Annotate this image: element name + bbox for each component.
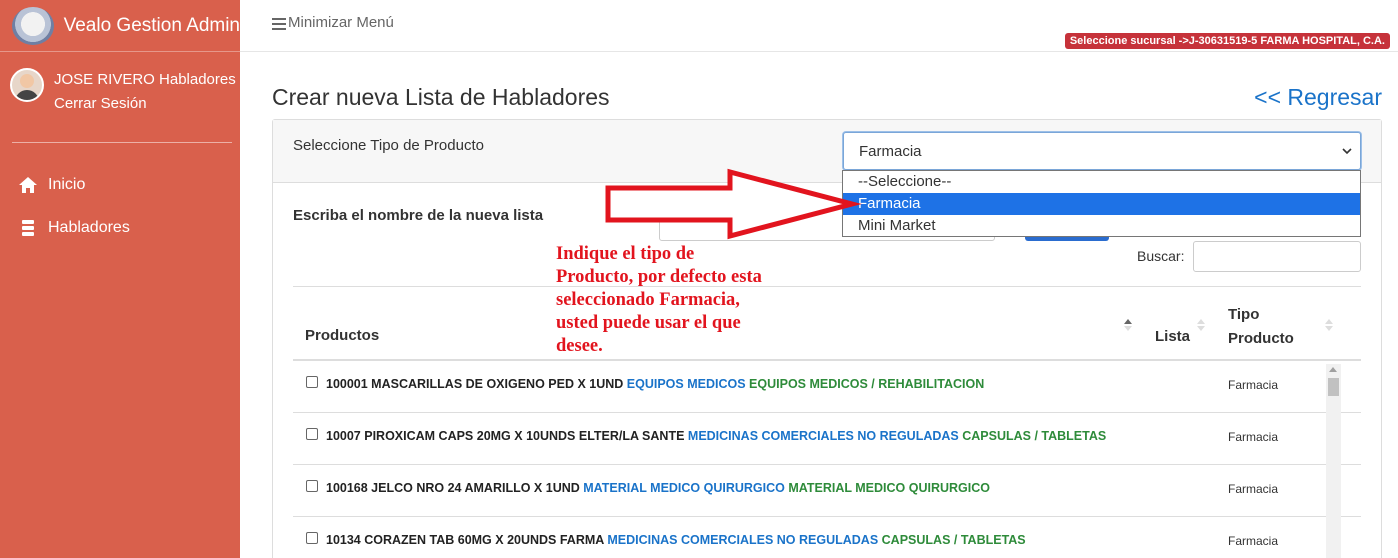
tipo-producto-dropdown: --Seleccione-- Farmacia Mini Market bbox=[842, 170, 1361, 237]
sort-icon bbox=[1325, 319, 1333, 331]
product-category: MEDICINAS COMERCIALES NO REGULADAS bbox=[607, 533, 879, 547]
table-row: 100168 JELCO NRO 24 AMARILLO X 1UND MATE… bbox=[293, 465, 1361, 517]
table-row: 10007 PIROXICAM CAPS 20MG X 10UNDS ELTER… bbox=[293, 413, 1361, 465]
row-checkbox[interactable] bbox=[306, 376, 318, 388]
sidebar-item-inicio[interactable]: Inicio bbox=[0, 163, 240, 206]
table-row: 100001 MASCARILLAS DE OXIGENO PED X 1UND… bbox=[293, 361, 1361, 413]
annotation-text: Indique el tipo de Producto, por defecto… bbox=[556, 243, 816, 358]
hamburger-icon bbox=[272, 17, 286, 30]
product-description: 100001 MASCARILLAS DE OXIGENO PED X 1UND… bbox=[326, 377, 984, 391]
dropdown-option-mini-market[interactable]: Mini Market bbox=[843, 215, 1360, 237]
product-category: MEDICINAS COMERCIALES NO REGULADAS bbox=[687, 429, 959, 443]
product-description: 100168 JELCO NRO 24 AMARILLO X 1UND MATE… bbox=[326, 481, 990, 495]
topbar: Minimizar Menú Seleccione sucursal ->J-3… bbox=[240, 0, 1398, 52]
brand-logo bbox=[12, 6, 54, 45]
product-description: 10007 PIROXICAM CAPS 20MG X 10UNDS ELTER… bbox=[326, 429, 1106, 443]
brand[interactable]: Vealo Gestion Admin bbox=[0, 0, 240, 52]
row-checkbox[interactable] bbox=[306, 532, 318, 544]
column-header-lista[interactable]: Lista bbox=[1155, 328, 1190, 345]
scroll-thumb[interactable] bbox=[1328, 378, 1339, 396]
avatar bbox=[10, 68, 44, 102]
buscar-label: Buscar: bbox=[1137, 248, 1185, 264]
annotation-line: Producto, por defecto esta bbox=[556, 267, 762, 287]
productos-table: Productos Lista Tipo Producto 100001 MAS… bbox=[293, 286, 1361, 558]
home-icon bbox=[18, 175, 38, 195]
branch-selector-badge[interactable]: Seleccione sucursal ->J-30631519-5 FARMA… bbox=[1064, 33, 1390, 49]
annotation-line: usted puede usar el que bbox=[556, 313, 741, 333]
chevron-down-icon bbox=[1342, 148, 1352, 155]
row-checkbox[interactable] bbox=[306, 428, 318, 440]
sort-asc-icon bbox=[1124, 319, 1132, 331]
tipo-producto-value: Farmacia bbox=[859, 142, 922, 160]
product-tipo: Farmacia bbox=[1228, 534, 1279, 548]
table-header: Productos Lista Tipo Producto bbox=[293, 286, 1361, 361]
back-link[interactable]: << Regresar bbox=[1254, 84, 1382, 111]
product-name: 100001 MASCARILLAS DE OXIGENO PED X 1UND bbox=[326, 377, 624, 391]
table-scrollbar[interactable] bbox=[1326, 364, 1341, 558]
column-header-tipo-line2: Producto bbox=[1228, 330, 1294, 347]
column-header-tipo-line1: Tipo bbox=[1228, 306, 1260, 323]
sidebar-item-habladores[interactable]: Habladores bbox=[0, 206, 240, 249]
product-name: 100168 JELCO NRO 24 AMARILLO X 1UND bbox=[326, 481, 580, 495]
tipo-producto-select[interactable]: Farmacia bbox=[843, 132, 1361, 170]
app-root: Vealo Gestion Admin JOSE RIVERO Hablador… bbox=[0, 0, 1398, 558]
minimize-menu-label: Minimizar Menú bbox=[288, 14, 394, 31]
page-title: Crear nueva Lista de Habladores bbox=[272, 84, 610, 110]
sidebar-nav: Inicio Habladores bbox=[0, 143, 240, 249]
product-name: 10134 CORAZEN TAB 60MG X 20UNDS FARMA bbox=[326, 533, 604, 547]
tipo-producto-label: Seleccione Tipo de Producto bbox=[293, 137, 484, 154]
search-input[interactable] bbox=[1193, 241, 1361, 272]
product-subcategory: CAPSULAS / TABLETAS bbox=[881, 533, 1026, 547]
annotation-arrow bbox=[605, 168, 862, 240]
sidebar: Vealo Gestion Admin JOSE RIVERO Hablador… bbox=[0, 0, 240, 558]
product-tipo: Farmacia bbox=[1228, 430, 1279, 444]
product-description: 10134 CORAZEN TAB 60MG X 20UNDS FARMA ME… bbox=[326, 533, 1026, 547]
minimize-menu-button[interactable]: Minimizar Menú bbox=[272, 14, 394, 31]
user-panel: JOSE RIVERO Habladores Cerrar Sesión bbox=[0, 52, 240, 142]
product-category: MATERIAL MEDICO QUIRURGICO bbox=[583, 481, 785, 495]
scroll-up-arrow-icon[interactable] bbox=[1329, 367, 1337, 372]
logout-link[interactable]: Cerrar Sesión bbox=[54, 92, 236, 116]
column-header-productos[interactable]: Productos bbox=[305, 327, 379, 344]
annotation-line: Indique el tipo de bbox=[556, 244, 695, 264]
list-icon bbox=[18, 218, 38, 238]
brand-name: Vealo Gestion Admin bbox=[63, 14, 240, 36]
product-tipo: Farmacia bbox=[1228, 378, 1279, 392]
sidebar-item-label: Habladores bbox=[48, 218, 130, 236]
table-row: 10134 CORAZEN TAB 60MG X 20UNDS FARMA ME… bbox=[293, 517, 1361, 558]
sidebar-item-label: Inicio bbox=[48, 175, 86, 193]
nombre-lista-label: Escriba el nombre de la nueva lista bbox=[293, 207, 544, 224]
product-subcategory: CAPSULAS / TABLETAS bbox=[962, 429, 1107, 443]
annotation-line: desee. bbox=[556, 336, 603, 356]
dropdown-option-seleccione[interactable]: --Seleccione-- bbox=[843, 171, 1360, 193]
row-checkbox[interactable] bbox=[306, 480, 318, 492]
product-subcategory: EQUIPOS MEDICOS / REHABILITACION bbox=[749, 377, 985, 391]
user-name: JOSE RIVERO Habladores bbox=[54, 71, 236, 88]
product-subcategory: MATERIAL MEDICO QUIRURGICO bbox=[788, 481, 990, 495]
dropdown-option-farmacia[interactable]: Farmacia bbox=[843, 193, 1360, 215]
product-name: 10007 PIROXICAM CAPS 20MG X 10UNDS ELTER… bbox=[326, 429, 685, 443]
sort-icon bbox=[1197, 319, 1205, 331]
product-category: EQUIPOS MEDICOS bbox=[626, 377, 746, 391]
product-tipo: Farmacia bbox=[1228, 482, 1279, 496]
column-header-tipo-producto[interactable]: Tipo Producto bbox=[1228, 303, 1294, 351]
annotation-line: seleccionado Farmacia, bbox=[556, 290, 740, 310]
